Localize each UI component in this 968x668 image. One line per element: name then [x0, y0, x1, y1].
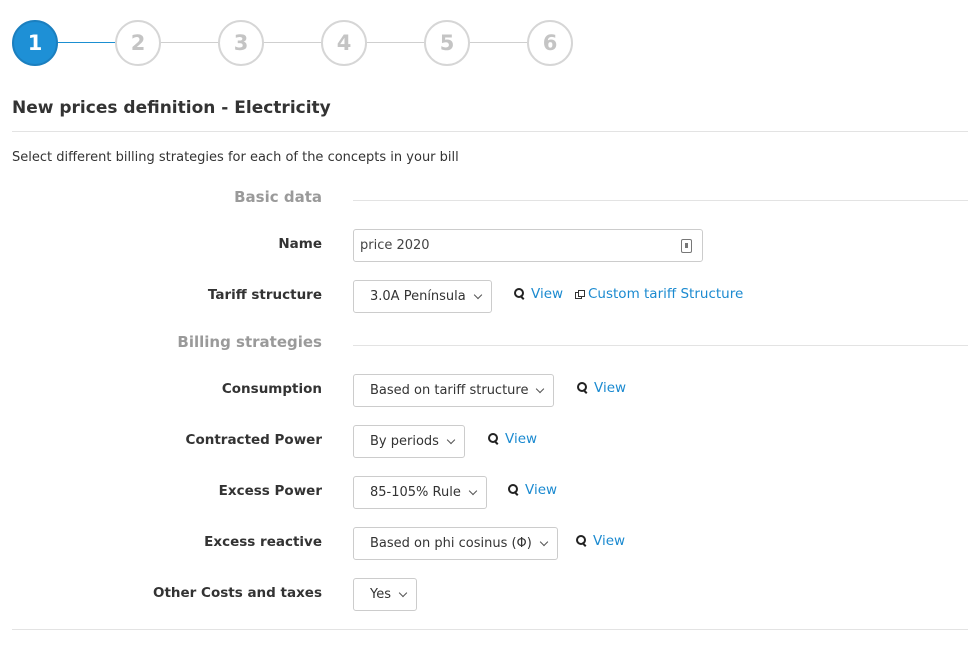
excess-reactive-label: Excess reactive: [204, 534, 322, 550]
view-label: View: [505, 431, 538, 447]
excess-reactive-view-link[interactable]: View: [576, 533, 625, 549]
step-connector: [468, 42, 529, 43]
search-icon: [577, 381, 587, 395]
consumption-label: Consumption: [221, 381, 322, 397]
step-2[interactable]: 2: [115, 20, 161, 66]
step-connector: [56, 42, 117, 43]
excess-power-label: Excess Power: [218, 483, 322, 499]
page-title: New prices definition - Electricity: [12, 98, 331, 118]
view-label: View: [593, 533, 626, 549]
step-connector: [159, 42, 220, 43]
view-label: View: [525, 482, 558, 498]
consumption-select[interactable]: Based on tariff structure: [353, 374, 555, 407]
tariff-structure-select[interactable]: 3.0A Península: [353, 280, 492, 313]
custom-tariff-link[interactable]: Custom tariff Structure: [575, 286, 743, 302]
excess-reactive-value: Based on phi cosinus (Φ): [370, 536, 532, 551]
step-4[interactable]: 4: [321, 20, 367, 66]
wizard-stepper: 1 2 3 4 5 6: [12, 20, 612, 66]
title-divider: [12, 131, 968, 132]
chevron-down-icon: [468, 486, 478, 495]
autofill-icon: [681, 239, 692, 253]
chevron-down-icon: [446, 435, 456, 444]
view-label: View: [531, 286, 564, 302]
contracted-power-select[interactable]: By periods: [353, 425, 465, 458]
name-input-value: price 2020: [360, 238, 430, 253]
excess-power-select[interactable]: 85-105% Rule: [353, 476, 487, 509]
excess-power-view-link[interactable]: View: [508, 482, 557, 498]
tariff-structure-value: 3.0A Península: [370, 289, 466, 304]
step-connector: [365, 42, 426, 43]
search-icon: [576, 534, 586, 548]
search-icon: [508, 483, 518, 497]
chevron-down-icon: [536, 384, 545, 393]
consumption-value: Based on tariff structure: [370, 383, 529, 398]
section-divider: [353, 345, 968, 346]
step-5[interactable]: 5: [424, 20, 470, 66]
section-billing-strategies: Billing strategies: [177, 333, 322, 351]
chevron-down-icon: [539, 537, 549, 546]
name-input[interactable]: price 2020: [353, 229, 703, 262]
step-1[interactable]: 1: [12, 20, 58, 66]
step-connector: [262, 42, 323, 43]
tariff-structure-label: Tariff structure: [207, 287, 322, 303]
section-divider: [353, 200, 968, 201]
excess-reactive-select[interactable]: Based on phi cosinus (Φ): [353, 527, 558, 560]
page-subtitle: Select different billing strategies for …: [12, 150, 459, 165]
search-icon: [514, 287, 524, 301]
contracted-power-view-link[interactable]: View: [488, 431, 537, 447]
chevron-down-icon: [398, 588, 408, 597]
tariff-view-link[interactable]: View: [514, 286, 563, 302]
other-costs-select[interactable]: Yes: [353, 578, 417, 611]
chevron-down-icon: [473, 290, 483, 299]
other-costs-value: Yes: [370, 587, 391, 602]
external-link-icon: [575, 289, 585, 299]
custom-tariff-label: Custom tariff Structure: [588, 286, 744, 302]
section-basic-data: Basic data: [234, 188, 322, 206]
name-label: Name: [278, 236, 322, 252]
contracted-power-label: Contracted Power: [185, 432, 322, 448]
view-label: View: [594, 380, 627, 396]
other-costs-label: Other Costs and taxes: [152, 585, 322, 601]
step-3[interactable]: 3: [218, 20, 264, 66]
footer-divider: [12, 629, 968, 630]
excess-power-value: 85-105% Rule: [370, 485, 461, 500]
search-icon: [488, 432, 498, 446]
consumption-view-link[interactable]: View: [577, 380, 626, 396]
contracted-power-value: By periods: [370, 434, 439, 449]
step-6[interactable]: 6: [527, 20, 573, 66]
